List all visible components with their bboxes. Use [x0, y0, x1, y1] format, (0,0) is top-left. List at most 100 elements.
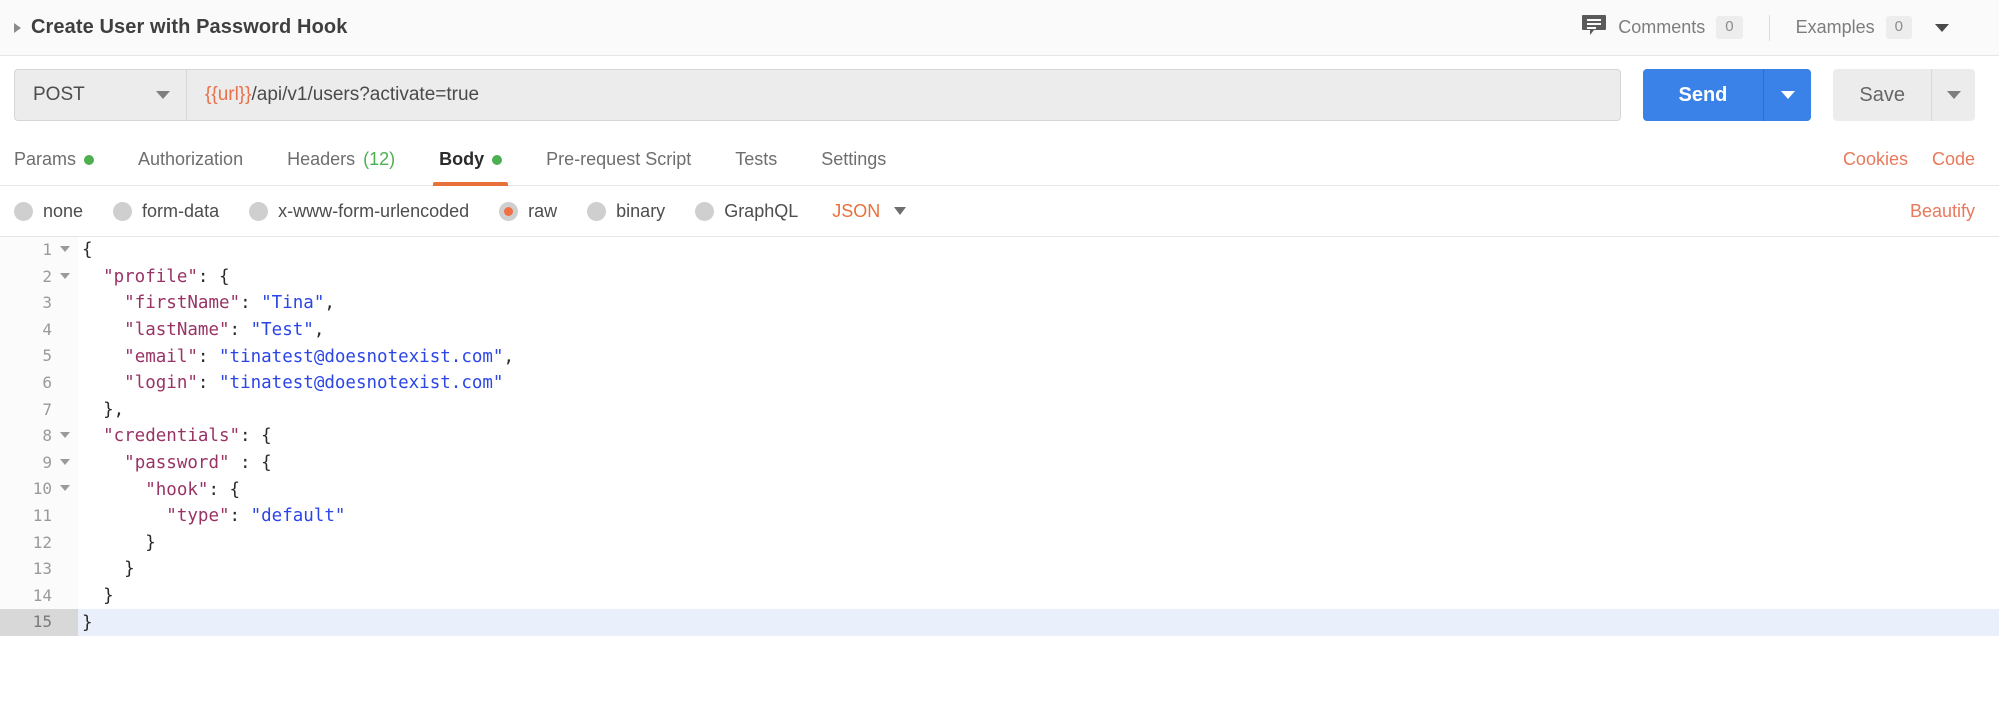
json-key: "email"	[124, 346, 198, 367]
send-button[interactable]: Send	[1642, 69, 1764, 121]
request-header: Create User with Password Hook Comments …	[0, 0, 1999, 56]
json-key: "hook"	[145, 479, 209, 500]
body-type-form-data[interactable]: form-data	[113, 201, 219, 222]
json-key: "login"	[124, 373, 198, 394]
request-url-input[interactable]: {{url}}/api/v1/users?activate=true	[186, 69, 1621, 121]
json-punctuation: }	[82, 586, 114, 607]
fold-caret-icon[interactable]	[60, 485, 70, 492]
line-number: 14	[0, 582, 58, 610]
fold-caret-icon[interactable]	[60, 458, 70, 465]
tab-pre-request-script[interactable]: Pre-request Script	[524, 134, 713, 185]
json-punctuation	[82, 320, 124, 340]
chevron-down-icon	[1780, 91, 1795, 99]
fold-caret-icon[interactable]	[60, 246, 70, 252]
json-punctuation: }	[82, 612, 93, 633]
save-button-group: Save	[1833, 69, 1975, 121]
code-text: "email": "tinatest@doesnotexist.com",	[78, 347, 1999, 367]
json-key: "type"	[166, 506, 230, 527]
body-type-label: form-data	[142, 200, 220, 221]
json-punctuation: :	[229, 320, 251, 341]
beautify-link[interactable]: Beautify	[1910, 201, 1975, 222]
send-options-button[interactable]	[1763, 69, 1812, 121]
json-punctuation	[82, 347, 124, 367]
comments-button[interactable]: Comments 0	[1555, 13, 1768, 42]
line-number: 8	[0, 423, 70, 450]
chevron-down-icon[interactable]	[894, 207, 907, 215]
tab-settings[interactable]: Settings	[799, 134, 908, 185]
code-text: }	[78, 613, 1999, 633]
tab-headers[interactable]: Headers (12)	[265, 134, 417, 185]
http-method-select[interactable]: POST	[14, 69, 186, 121]
code-text: "firstName": "Tina",	[78, 293, 1999, 313]
json-value: "tinatest@doesnotexist.com"	[219, 373, 504, 394]
headers-count: (12)	[363, 149, 396, 169]
code-line[interactable]: 4 "lastName": "Test",	[0, 316, 1999, 344]
code-line[interactable]: 12 }	[0, 529, 1999, 557]
cookies-link[interactable]: Cookies	[1843, 149, 1908, 170]
gutter-spacer	[58, 369, 78, 397]
code-link[interactable]: Code	[1932, 149, 1975, 170]
save-button[interactable]: Save	[1833, 69, 1931, 121]
comments-count-badge: 0	[1716, 16, 1743, 39]
code-line[interactable]: 13 }	[0, 556, 1999, 583]
fold-caret-icon[interactable]	[60, 432, 70, 439]
code-line[interactable]: 9 "password" : {	[0, 449, 1999, 477]
body-type-binary[interactable]: binary	[587, 201, 665, 222]
code-text: "profile": {	[78, 267, 1999, 287]
line-number: 10	[0, 476, 70, 503]
line-number: 4	[0, 316, 58, 344]
code-line[interactable]: 7 },	[0, 396, 1999, 424]
body-format-value: JSON	[832, 200, 881, 221]
code-line[interactable]: 10 "hook": {	[0, 476, 1999, 503]
triangle-right-icon[interactable]	[14, 23, 21, 33]
body-type-x-www-form-urlencoded[interactable]: x-www-form-urlencoded	[249, 201, 469, 222]
code-line[interactable]: 6 "login": "tinatest@doesnotexist.com"	[0, 369, 1999, 397]
tab-tests[interactable]: Tests	[713, 134, 799, 185]
json-value: "tinatest@doesnotexist.com"	[219, 346, 504, 367]
line-number: 11	[0, 502, 58, 530]
gutter-spacer	[58, 529, 78, 557]
radio-icon	[249, 201, 269, 221]
comment-bubble-icon	[1581, 13, 1607, 42]
tab-params[interactable]: Params	[14, 134, 116, 185]
fold-caret-icon[interactable]	[60, 272, 70, 279]
body-type-raw[interactable]: raw	[499, 201, 557, 222]
json-punctuation: }	[82, 532, 156, 553]
code-text: "hook": {	[78, 480, 1999, 500]
body-type-none[interactable]: none	[14, 201, 83, 222]
page-title: Create User with Password Hook	[31, 16, 348, 38]
gutter-spacer	[58, 556, 78, 583]
json-punctuation	[82, 267, 103, 287]
gutter-spacer	[58, 609, 78, 636]
json-value: "Test"	[250, 320, 314, 341]
json-punctuation: :	[240, 293, 262, 314]
chevron-down-icon[interactable]	[1935, 23, 1949, 32]
code-line[interactable]: 1{	[0, 237, 1999, 264]
line-number: 2	[0, 263, 70, 291]
json-punctuation: ,	[503, 346, 515, 367]
body-format-select[interactable]: JSON	[832, 200, 907, 222]
json-punctuation: },	[82, 399, 125, 420]
tab-authorization[interactable]: Authorization	[116, 134, 265, 185]
code-line[interactable]: 3 "firstName": "Tina",	[0, 290, 1999, 317]
request-title-group[interactable]: Create User with Password Hook	[14, 16, 347, 39]
code-line[interactable]: 8 "credentials": {	[0, 423, 1999, 450]
method-url-group: POST {{url}}/api/v1/users?activate=true	[14, 69, 1621, 121]
body-type-label: raw	[528, 200, 558, 221]
code-line[interactable]: 15}	[0, 609, 1999, 636]
examples-button[interactable]: Examples 0	[1770, 16, 1975, 39]
body-type-graphql[interactable]: GraphQL	[695, 201, 798, 222]
tab-label: Pre-request Script	[546, 149, 692, 169]
code-line[interactable]: 2 "profile": {	[0, 263, 1999, 291]
code-line[interactable]: 11 "type": "default"	[0, 502, 1999, 530]
code-line[interactable]: 14 }	[0, 582, 1999, 610]
json-punctuation: : {	[240, 426, 272, 447]
tab-body[interactable]: Body	[417, 134, 524, 186]
header-actions: Comments 0 Examples 0	[1555, 13, 1975, 42]
save-options-button[interactable]	[1931, 69, 1975, 121]
code-lines-container: 1{2 "profile": {3 "firstName": "Tina", 4 …	[0, 237, 1999, 636]
request-body-editor[interactable]: 1{2 "profile": {3 "firstName": "Tina", 4 …	[0, 236, 1999, 650]
status-dot	[492, 154, 503, 165]
chevron-down-icon[interactable]	[156, 91, 170, 99]
code-line[interactable]: 5 "email": "tinatest@doesnotexist.com",	[0, 343, 1999, 370]
